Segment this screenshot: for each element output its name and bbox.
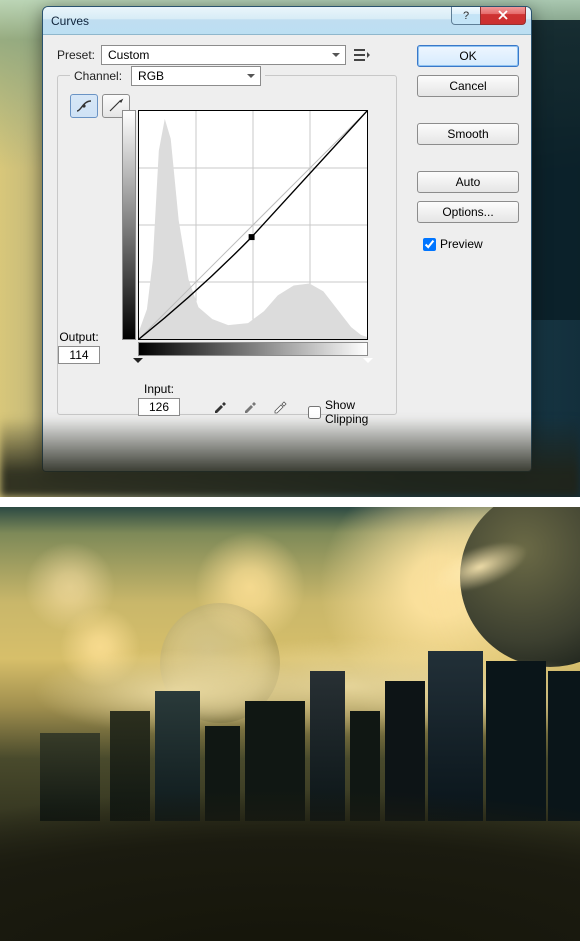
options-button[interactable]: Options... bbox=[417, 201, 519, 223]
preset-dropdown[interactable]: Custom bbox=[101, 45, 346, 65]
result-artwork bbox=[0, 507, 580, 941]
dialog-titlebar[interactable]: Curves ? bbox=[43, 7, 531, 35]
close-button[interactable] bbox=[480, 6, 526, 25]
preset-menu-icon[interactable] bbox=[354, 47, 370, 63]
preset-value: Custom bbox=[108, 48, 149, 62]
smooth-button[interactable]: Smooth bbox=[417, 123, 519, 145]
eyedropper-group bbox=[210, 396, 290, 416]
channel-dropdown[interactable]: RGB bbox=[131, 66, 261, 86]
curve-grid[interactable] bbox=[138, 110, 368, 340]
output-field-group: Output: bbox=[58, 330, 100, 364]
dialog-title: Curves bbox=[51, 14, 89, 28]
input-field-group: Input: bbox=[138, 382, 180, 416]
gray-eyedropper-icon[interactable] bbox=[240, 396, 260, 416]
white-eyedropper-icon[interactable] bbox=[270, 396, 290, 416]
input-gradient bbox=[138, 342, 368, 356]
auto-button[interactable]: Auto bbox=[417, 171, 519, 193]
dialog-body: Preset: Custom Channel: bbox=[43, 35, 531, 471]
channel-label: Channel: bbox=[74, 69, 122, 83]
art-foreground-hill bbox=[0, 711, 580, 941]
curve-area[interactable] bbox=[138, 110, 368, 340]
show-clipping-checkbox[interactable]: Show Clipping bbox=[308, 398, 396, 426]
black-point-slider[interactable] bbox=[133, 358, 143, 368]
cancel-button[interactable]: Cancel bbox=[417, 75, 519, 97]
dialog-side-buttons: OK Cancel Smooth Auto Options... Preview bbox=[417, 45, 519, 251]
show-clipping-label: Show Clipping bbox=[325, 398, 396, 426]
black-eyedropper-icon[interactable] bbox=[210, 396, 230, 416]
preview-input[interactable] bbox=[423, 238, 436, 251]
preview-checkbox[interactable]: Preview bbox=[417, 237, 519, 251]
input-value-input[interactable] bbox=[138, 398, 180, 416]
channel-row: Channel: RGB bbox=[70, 66, 265, 86]
curve-control-point bbox=[249, 234, 255, 240]
output-value-input[interactable] bbox=[58, 346, 100, 364]
channel-value: RGB bbox=[138, 69, 164, 83]
curve-svg bbox=[139, 111, 367, 339]
output-label: Output: bbox=[58, 330, 100, 344]
output-gradient bbox=[122, 110, 136, 340]
ok-button[interactable]: OK bbox=[417, 45, 519, 67]
preset-label: Preset: bbox=[57, 48, 95, 62]
curves-dialog: Curves ? Preset: Custom bbox=[42, 6, 532, 472]
white-point-slider[interactable] bbox=[363, 358, 373, 368]
curve-mode-point-button[interactable] bbox=[70, 94, 98, 118]
curve-group: Channel: RGB bbox=[57, 75, 397, 415]
svg-text:?: ? bbox=[463, 10, 469, 21]
show-clipping-input[interactable] bbox=[308, 406, 321, 419]
input-label: Input: bbox=[138, 382, 180, 396]
window-controls: ? bbox=[452, 6, 526, 25]
background-top: Curves ? Preset: Custom bbox=[0, 0, 580, 497]
help-button[interactable]: ? bbox=[451, 6, 481, 25]
preview-label: Preview bbox=[440, 237, 483, 251]
